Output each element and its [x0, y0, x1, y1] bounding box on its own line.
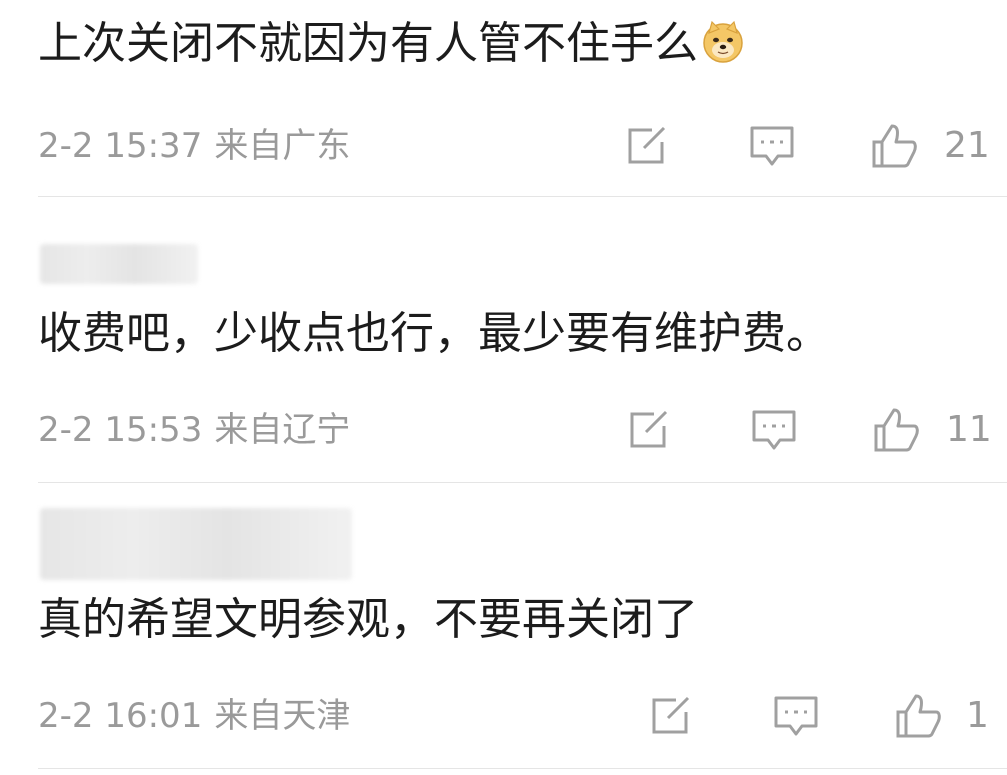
like-count: 21 — [944, 125, 990, 166]
blurred-username — [40, 508, 352, 580]
like-icon[interactable] — [894, 694, 942, 738]
comment-meta: 2-2 15:53 来自辽宁 11 — [0, 404, 1007, 454]
like-count: 11 — [946, 409, 992, 450]
comment-text: 收费吧，少收点也行，最少要有维护费。 — [38, 306, 830, 362]
comment-body: 上次关闭不就因为有人管不住手么 — [38, 18, 698, 69]
divider — [38, 196, 1007, 197]
comment-time: 2-2 16:01 — [38, 696, 203, 736]
reply-icon[interactable] — [772, 694, 820, 738]
comment-body: 真的希望文明参观，不要再关闭了 — [38, 594, 698, 645]
like-icon[interactable] — [872, 408, 920, 452]
comment-location: 来自广东 — [214, 126, 351, 166]
reply-icon[interactable] — [750, 408, 798, 452]
comment-location: 来自辽宁 — [214, 410, 351, 450]
comment-text: 真的希望文明参观，不要再关闭了 — [38, 592, 698, 648]
divider — [38, 768, 1007, 769]
share-icon[interactable] — [646, 694, 694, 738]
comment-text: 上次关闭不就因为有人管不住手么 — [38, 16, 746, 72]
comment-meta: 2-2 16:01 来自天津 1 — [0, 690, 1007, 740]
comment-location: 来自天津 — [214, 696, 351, 736]
reply-icon[interactable] — [748, 124, 796, 168]
like-count: 1 — [966, 695, 989, 736]
doge-emoji-icon — [703, 20, 743, 63]
blurred-username — [40, 244, 198, 284]
share-icon[interactable] — [622, 124, 670, 168]
share-icon[interactable] — [624, 408, 672, 452]
divider — [38, 482, 1007, 483]
comment-time: 2-2 15:53 — [38, 410, 203, 450]
comment-meta: 2-2 15:37 来自广东 21 — [0, 120, 1007, 170]
comment-time: 2-2 15:37 — [38, 126, 203, 166]
comment-body: 收费吧，少收点也行，最少要有维护费。 — [38, 308, 830, 359]
like-icon[interactable] — [870, 124, 918, 168]
